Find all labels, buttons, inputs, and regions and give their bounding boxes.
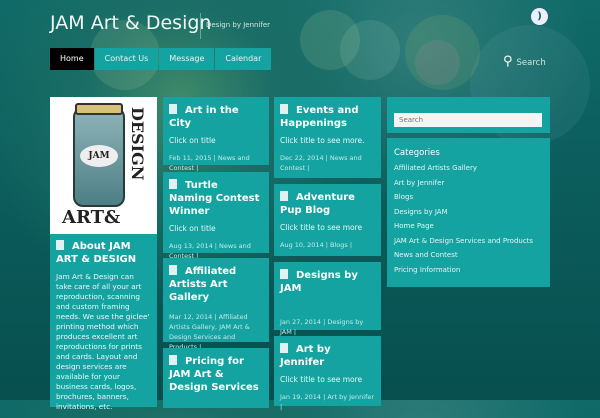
document-icon [56,240,64,250]
post-title[interactable]: Designs by JAM [280,270,358,294]
category-link[interactable]: News and Contest [394,251,543,266]
nav-calendar[interactable]: Calendar [215,48,272,70]
document-icon [169,355,177,365]
category-link[interactable]: JAM Art & Design Services and Products [394,237,543,252]
post-meta: Jan 19, 2014 | Art by Jennifer | [280,393,375,411]
document-icon [280,343,288,353]
site-title[interactable]: JAM Art & Design [50,12,211,34]
post-meta: Dec 22, 2014 | News and Contest | [280,154,362,172]
category-link[interactable]: Pricing Information [394,266,543,281]
document-icon [169,104,177,114]
sidebar-search-input[interactable] [394,113,542,127]
post-meta: Feb 11, 2015 | News and Contest | [169,154,250,172]
jam-logo-image: JAM ART& DESIGN [50,97,157,234]
document-icon [169,179,177,189]
post-card: Art by Jennifer Click title to see more … [274,336,381,411]
post-title[interactable]: Adventure Pup Blog [280,192,355,216]
post-meta: Jan 27, 2014 | Designs by JAM | [280,318,364,336]
about-text: Jam Art & Design can take care of all yo… [56,272,150,411]
post-excerpt: Click title to see more [280,223,363,232]
categories-title: Categories [394,148,440,158]
post-card: Turtle Naming Contest Winner Click on ti… [163,172,269,260]
about-title[interactable]: About JAM ART & DESIGN [56,241,136,265]
about-widget: JAM ART& DESIGN About JAM ART & DESIGN Ja… [50,97,157,411]
post-title[interactable]: Turtle Naming Contest Winner [169,180,259,217]
category-link[interactable]: Home Page [394,222,543,237]
document-icon [280,191,288,201]
post-card: Pricing for JAM Art & Design Services [163,348,269,408]
document-icon [169,265,177,275]
post-excerpt: Click title to see more. [280,136,365,145]
document-icon [280,269,288,279]
post-meta: Mar 12, 2014 | Affiliated Artists Galler… [169,313,250,351]
header-search-label: Search [516,58,546,68]
post-title[interactable]: Events and Happenings [280,105,359,129]
nav-home[interactable]: Home [50,48,94,70]
main-nav: Home Contact Us Message Calendar [50,48,272,70]
categories-widget: Categories Affiliated Artists Gallery Ar… [387,138,550,287]
nav-contact-us[interactable]: Contact Us [94,48,159,70]
post-excerpt: Click on title [169,224,216,233]
title-divider [200,13,201,39]
document-icon [280,104,288,114]
search-widget [387,97,550,133]
search-icon: ⚲ [503,54,513,69]
category-link[interactable]: Blogs [394,193,543,208]
post-title[interactable]: Affiliated Artists Art Gallery [169,266,236,303]
post-card: Designs by JAM Jan 27, 2014 | Designs by… [274,262,381,336]
header-search[interactable]: ⚲ Search [503,54,546,69]
post-excerpt: Click on title [169,136,216,145]
category-link[interactable]: Art by Jennifer [394,179,543,194]
nav-message[interactable]: Message [159,48,215,70]
post-card: Events and Happenings Click title to see… [274,97,381,178]
post-card: Affiliated Artists Art Gallery Mar 12, 2… [163,258,269,351]
post-title[interactable]: Pricing for JAM Art & Design Services [169,356,259,393]
post-meta: Aug 10, 2014 | Blogs | [280,241,353,249]
post-title[interactable]: Art in the City [169,105,239,129]
post-card: Art in the City Click on title Feb 11, 2… [163,97,269,172]
category-link[interactable]: Affiliated Artists Gallery [394,164,543,179]
site-tagline: Design by Jennifer [206,21,271,29]
post-card: Adventure Pup Blog Click title to see mo… [274,184,381,256]
post-excerpt: Click title to see more [280,375,363,384]
category-link[interactable]: Designs by JAM [394,208,543,223]
rss-icon[interactable]: ) [531,8,548,25]
